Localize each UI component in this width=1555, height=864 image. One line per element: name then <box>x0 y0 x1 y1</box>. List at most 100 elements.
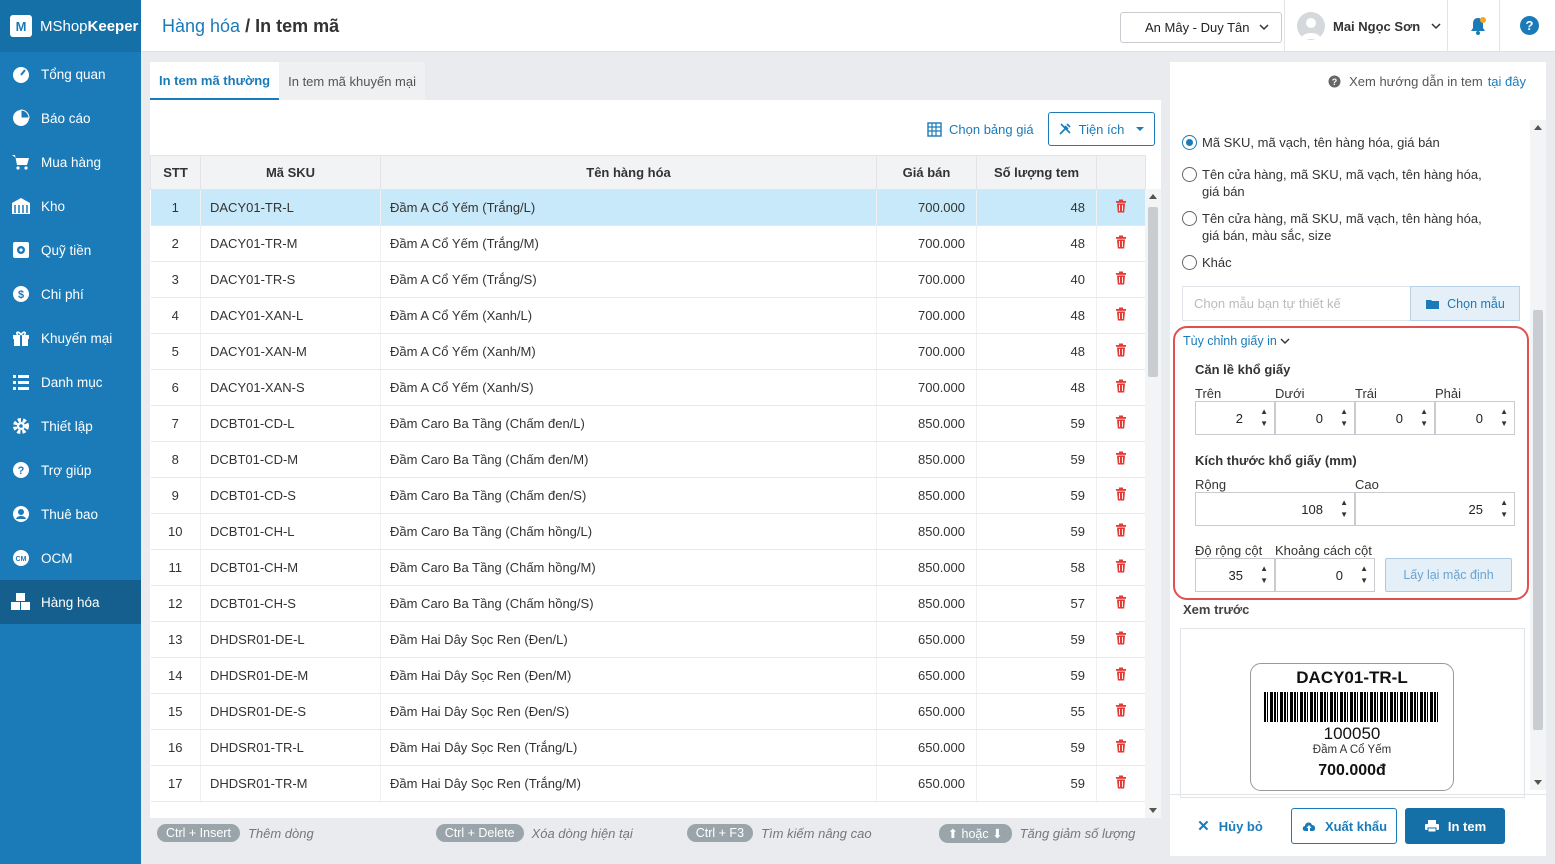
radio-checked[interactable] <box>1182 135 1197 150</box>
cell-sku[interactable]: DHDSR01-DE-S <box>200 693 381 730</box>
option-other[interactable]: Khác <box>1182 254 1512 271</box>
cell-sku[interactable]: DACY01-TR-L <box>200 189 381 226</box>
radio-unchecked[interactable] <box>1182 167 1197 182</box>
cell-qty[interactable]: 40 <box>976 261 1097 298</box>
sidebar-item-10[interactable]: ? Trợ giúp <box>0 448 141 492</box>
table-row[interactable]: 9 DCBT01-CD-S Đầm Caro Ba Tầng (Chấm đen/S… <box>150 477 1146 514</box>
user-menu[interactable]: Mai Ngọc Sơn <box>1297 12 1442 40</box>
trash-icon[interactable] <box>1115 487 1127 501</box>
table-row[interactable]: 2 DACY01-TR-M Đầm A Cổ Yếm (Trắng/M) 700.00… <box>150 225 1146 262</box>
sidebar-item-1[interactable]: Tổng quan <box>0 52 141 96</box>
print-button[interactable]: In tem <box>1405 808 1505 844</box>
breadcrumb-parent[interactable]: Hàng hóa <box>162 16 240 36</box>
scroll-up-icon[interactable] <box>1148 192 1158 200</box>
sidebar-item-4[interactable]: Kho <box>0 184 141 228</box>
trash-icon[interactable] <box>1115 523 1127 537</box>
sidebar-item-8[interactable]: Danh mục <box>0 360 141 404</box>
utility-button[interactable]: Tiện ích <box>1048 112 1155 146</box>
cell-qty[interactable]: 48 <box>976 297 1097 334</box>
radio-unchecked[interactable] <box>1182 211 1197 226</box>
tab-promo-label[interactable]: In tem mã khuyến mại <box>279 62 425 100</box>
export-button[interactable]: Xuất khẩu <box>1291 808 1397 844</box>
column-gap-stepper[interactable]: 0 ▲ ▼ <box>1275 558 1375 592</box>
stepper-arrows-icon[interactable]: ▲ ▼ <box>1500 406 1508 430</box>
cell-sku[interactable]: DACY01-XAN-S <box>200 369 381 406</box>
cell-qty[interactable]: 59 <box>976 405 1097 442</box>
app-logo[interactable]: M MShop Keeper <box>0 0 141 52</box>
trash-icon[interactable] <box>1115 667 1127 681</box>
stepper-arrows-icon[interactable]: ▲ ▼ <box>1420 406 1428 430</box>
margin-top-stepper[interactable]: 2 ▲ ▼ <box>1195 401 1275 435</box>
stepper-arrows-icon[interactable]: ▲ ▼ <box>1500 497 1508 521</box>
margin-left-stepper[interactable]: 0 ▲ ▼ <box>1355 401 1435 435</box>
table-row[interactable]: 10 DCBT01-CH-L Đầm Caro Ba Tầng (Chấm hồng… <box>150 513 1146 550</box>
stepper-arrows-icon[interactable]: ▲ ▼ <box>1360 563 1368 587</box>
cell-sku[interactable]: DHDSR01-DE-L <box>200 621 381 658</box>
scroll-up-icon[interactable] <box>1533 123 1543 131</box>
cell-sku[interactable]: DCBT01-CD-L <box>200 405 381 442</box>
trash-icon[interactable] <box>1115 703 1127 717</box>
table-row[interactable]: 7 DCBT01-CD-L Đầm Caro Ba Tầng (Chấm đen/L… <box>150 405 1146 442</box>
tab-normal-label[interactable]: In tem mã thường <box>150 62 280 100</box>
sidebar-item-12[interactable]: CM OCM <box>0 536 141 580</box>
trash-icon[interactable] <box>1115 451 1127 465</box>
table-scrollbar[interactable] <box>1145 189 1161 818</box>
sidebar-item-5[interactable]: Quỹ tiền <box>0 228 141 272</box>
scroll-down-icon[interactable] <box>1148 807 1158 815</box>
cell-sku[interactable]: DCBT01-CH-L <box>200 513 381 550</box>
table-row[interactable]: 1 DACY01-TR-L Đầm A Cổ Yếm (Trắng/L) 700.00… <box>150 189 1146 226</box>
table-row[interactable]: 13 DHDSR01-DE-L Đầm Hai Dây Sọc Ren (Đen/L… <box>150 621 1146 658</box>
sidebar-item-3[interactable]: Mua hàng <box>0 140 141 184</box>
cell-sku[interactable]: DCBT01-CD-M <box>200 441 381 478</box>
store-select[interactable]: An Mây - Duy Tân <box>1120 12 1282 43</box>
paper-width-stepper[interactable]: 108 ▲ ▼ <box>1195 492 1355 526</box>
trash-icon[interactable] <box>1115 631 1127 645</box>
guide-link[interactable]: tại đây <box>1488 74 1526 89</box>
sidebar-item-2[interactable]: Báo cáo <box>0 96 141 140</box>
cell-qty[interactable]: 59 <box>976 657 1097 694</box>
stepper-arrows-icon[interactable]: ▲ ▼ <box>1340 406 1348 430</box>
cell-qty[interactable]: 48 <box>976 225 1097 262</box>
table-row[interactable]: 15 DHDSR01-DE-S Đầm Hai Dây Sọc Ren (Đen/S… <box>150 693 1146 730</box>
reset-default-button[interactable]: Lấy lại mặc định <box>1385 558 1512 592</box>
cell-sku[interactable]: DCBT01-CH-M <box>200 549 381 586</box>
cell-sku[interactable]: DHDSR01-DE-M <box>200 657 381 694</box>
trash-icon[interactable] <box>1115 595 1127 609</box>
trash-icon[interactable] <box>1115 235 1127 249</box>
cell-sku[interactable]: DCBT01-CD-S <box>200 477 381 514</box>
panel-scrollbar[interactable] <box>1530 120 1546 790</box>
help-icon[interactable]: ? <box>1520 16 1539 35</box>
choose-template-button[interactable]: Chọn mẫu <box>1410 286 1520 321</box>
trash-icon[interactable] <box>1115 199 1127 213</box>
sidebar-item-9[interactable]: Thiết lập <box>0 404 141 448</box>
scroll-thumb[interactable] <box>1533 310 1543 730</box>
trash-icon[interactable] <box>1115 307 1127 321</box>
table-row[interactable]: 6 DACY01-XAN-S Đầm A Cổ Yếm (Xanh/S) 700.00… <box>150 369 1146 406</box>
table-row[interactable]: 14 DHDSR01-DE-M Đầm Hai Dây Sọc Ren (Đen/M… <box>150 657 1146 694</box>
table-row[interactable]: 5 DACY01-XAN-M Đầm A Cổ Yếm (Xanh/M) 700.00… <box>150 333 1146 370</box>
cell-qty[interactable]: 59 <box>976 477 1097 514</box>
option-sku-barcode-name-price[interactable]: Mã SKU, mã vạch, tên hàng hóa, giá bán <box>1182 134 1512 151</box>
trash-icon[interactable] <box>1115 271 1127 285</box>
custom-paper-toggle[interactable]: Tùy chỉnh giấy in <box>1183 334 1290 348</box>
sidebar-item-7[interactable]: Khuyến mại <box>0 316 141 360</box>
cell-qty[interactable]: 59 <box>976 441 1097 478</box>
table-row[interactable]: 16 DHDSR01-TR-L Đầm Hai Dây Sọc Ren (Trắng… <box>150 729 1146 766</box>
cell-qty[interactable]: 48 <box>976 333 1097 370</box>
sidebar-item-13[interactable]: Hàng hóa <box>0 580 141 624</box>
scroll-thumb[interactable] <box>1148 207 1158 377</box>
table-row[interactable]: 11 DCBT01-CH-M Đầm Caro Ba Tầng (Chấm hồng… <box>150 549 1146 586</box>
trash-icon[interactable] <box>1115 739 1127 753</box>
margin-bottom-stepper[interactable]: 0 ▲ ▼ <box>1275 401 1355 435</box>
scroll-down-icon[interactable] <box>1533 779 1543 787</box>
table-row[interactable]: 17 DHDSR01-TR-M Đầm Hai Dây Sọc Ren (Trắng… <box>150 765 1146 802</box>
trash-icon[interactable] <box>1115 343 1127 357</box>
table-row[interactable]: 12 DCBT01-CH-S Đầm Caro Ba Tầng (Chấm hồng… <box>150 585 1146 622</box>
cell-qty[interactable]: 48 <box>976 189 1097 226</box>
table-row[interactable]: 4 DACY01-XAN-L Đầm A Cổ Yếm (Xanh/L) 700.00… <box>150 297 1146 334</box>
stepper-arrows-icon[interactable]: ▲ ▼ <box>1260 563 1268 587</box>
column-width-stepper[interactable]: 35 ▲ ▼ <box>1195 558 1275 592</box>
choose-price-table-button[interactable]: Chọn bảng giá <box>927 122 1034 137</box>
template-input[interactable]: Chọn mẫu bạn tự thiết kế <box>1182 286 1410 321</box>
margin-right-stepper[interactable]: 0 ▲ ▼ <box>1435 401 1515 435</box>
